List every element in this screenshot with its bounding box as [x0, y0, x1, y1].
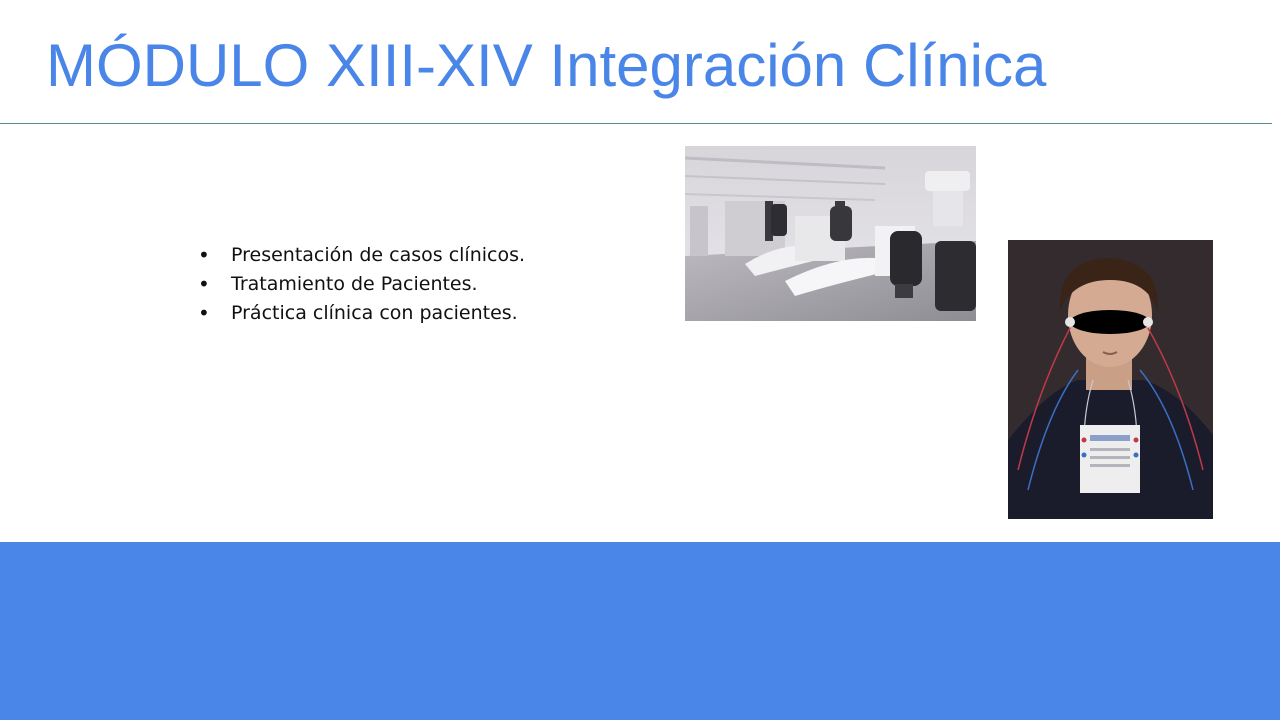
bullet-item: Tratamiento de Pacientes.: [198, 270, 525, 299]
title-divider: [0, 123, 1272, 124]
bullet-item: Presentación de casos clínicos.: [198, 241, 525, 270]
slide-title: MÓDULO XIII-XIV Integración Clínica: [46, 32, 1047, 99]
patient-electromyography-photo: [1008, 240, 1213, 519]
footer-band: [0, 542, 1280, 720]
bullet-list: Presentación de casos clínicos. Tratamie…: [198, 241, 525, 328]
dental-clinic-photo: [685, 146, 976, 321]
bullet-item: Práctica clínica con pacientes.: [198, 299, 525, 328]
